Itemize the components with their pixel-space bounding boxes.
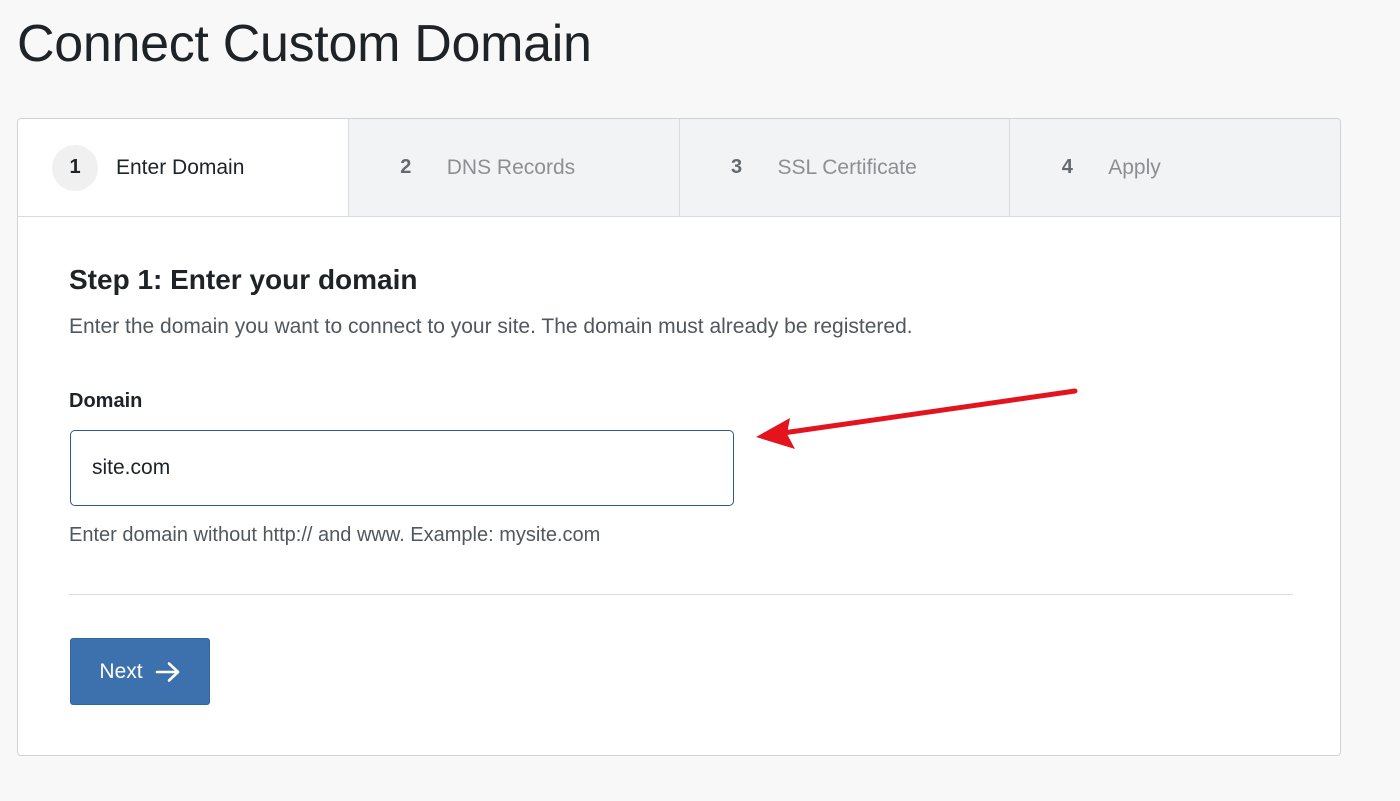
wizard-card: 1 Enter Domain 2 DNS Records 3 SSL Certi…: [17, 118, 1341, 756]
step-number: 1: [52, 144, 98, 191]
step-label: Apply: [1108, 155, 1161, 179]
step-tab-dns-records[interactable]: 2 DNS Records: [349, 119, 680, 216]
step-description: Enter the domain you want to connect to …: [69, 315, 913, 338]
step-heading: Step 1: Enter your domain: [69, 264, 418, 295]
step-number: 2: [400, 156, 412, 178]
domain-help-text: Enter domain without http:// and www. Ex…: [69, 524, 601, 546]
next-button-label: Next: [99, 659, 143, 683]
domain-field-label: Domain: [69, 390, 143, 412]
step-tab-enter-domain[interactable]: 1 Enter Domain: [18, 119, 349, 216]
step-label: DNS Records: [446, 155, 576, 179]
next-button[interactable]: Next: [70, 638, 210, 705]
wizard-steps: 1 Enter Domain 2 DNS Records 3 SSL Certi…: [18, 119, 1340, 217]
step-tab-apply[interactable]: 4 Apply: [1010, 119, 1340, 216]
step-label: Enter Domain: [116, 155, 245, 179]
section-divider: [69, 594, 1293, 595]
page-title: Connect Custom Domain: [17, 15, 592, 73]
step-tab-ssl-certificate[interactable]: 3 SSL Certificate: [680, 119, 1011, 216]
step-label: SSL Certificate: [777, 155, 917, 179]
domain-input[interactable]: [70, 430, 734, 506]
step-number: 3: [730, 156, 743, 178]
arrow-right-icon: [155, 661, 181, 683]
step-number: 4: [1061, 156, 1073, 178]
